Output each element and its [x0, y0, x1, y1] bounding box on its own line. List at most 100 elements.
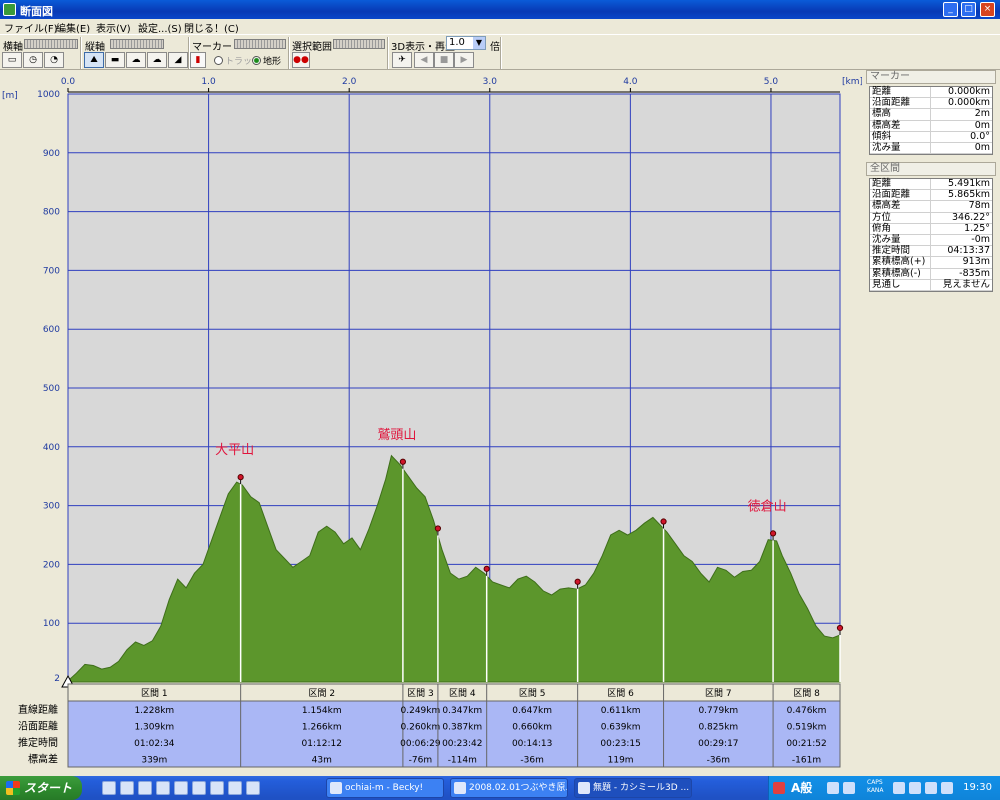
range-slider[interactable] — [333, 39, 385, 49]
chevron-down-icon: ▼ — [473, 37, 485, 49]
marker-panel-title: マーカー — [866, 70, 996, 84]
toolbar-separator — [500, 37, 502, 69]
marker-info-row: 標高 2m — [870, 108, 992, 121]
ime-tool-icon[interactable] — [827, 782, 839, 794]
tray-app-icon[interactable] — [941, 782, 953, 794]
folder-icon[interactable] — [156, 781, 170, 795]
files-icon[interactable] — [246, 781, 260, 795]
task-becky[interactable]: ochiai-m - Becky! — [326, 778, 444, 798]
network-icon[interactable] — [893, 782, 905, 794]
section-header: 区間 2 — [308, 688, 335, 699]
section-row-label: 沿面距離 — [18, 720, 58, 733]
total-info-row-value: -0m — [971, 233, 990, 245]
menu-close[interactable]: 閉じる！(C) — [184, 20, 239, 35]
marker-pin-icon[interactable]: ▮ — [190, 52, 206, 68]
section-cell: 00:23:42 — [442, 739, 482, 749]
section-header: 区間 4 — [449, 688, 476, 699]
paint-icon[interactable] — [228, 781, 242, 795]
help-icon[interactable] — [843, 782, 855, 794]
minimize-button[interactable]: _ — [943, 2, 958, 17]
timer-icon[interactable]: ◔ — [44, 52, 64, 68]
section-cell: 0.260km — [401, 723, 441, 733]
ime-icon[interactable] — [773, 782, 785, 794]
ie-icon[interactable] — [102, 781, 116, 795]
x-tick-label: 4.0 — [623, 77, 638, 87]
task-document[interactable]: 2008.02.01つぶやき原... — [450, 778, 568, 798]
start-button[interactable]: スタート — [0, 776, 82, 800]
ruler-icon[interactable]: ▭ — [2, 52, 22, 68]
mountain-profile-icon[interactable]: ⛰ — [84, 52, 104, 68]
marker-slider[interactable] — [234, 39, 286, 49]
horizontal-axis-slider[interactable] — [24, 39, 78, 49]
marker-pin-icon — [836, 624, 844, 632]
task-kashmir[interactable]: 無題 - カシミール3D ... — [574, 778, 692, 798]
speed-select[interactable]: 1.0 ▼ — [446, 36, 486, 50]
total-info-row-value: -835m — [959, 267, 990, 279]
menu-bar: ファイル(F) 編集(E) 表示(V) 設定...(S) 閉じる！(C) — [0, 19, 1000, 35]
app-icon[interactable] — [138, 781, 152, 795]
menu-edit[interactable]: 編集(E) — [56, 20, 90, 35]
section-header: 区間 5 — [519, 688, 546, 699]
app-icon — [3, 3, 16, 16]
menu-view[interactable]: 表示(V) — [96, 20, 131, 35]
play-icon[interactable]: ▶ — [454, 52, 474, 68]
marker-info-row-label: 沈み量 — [870, 142, 931, 154]
close-button[interactable]: × — [980, 2, 995, 17]
security-icon[interactable] — [925, 782, 937, 794]
window-title: 断面図 — [20, 5, 53, 18]
range-marker-icon[interactable]: ●● — [292, 52, 310, 68]
total-panel: 全区間 距離 5.491km 沿面距離 5.865km 標高差 78m 方位 346.22° 俯… — [866, 162, 996, 292]
total-info-row-value: 04:13:37 — [947, 245, 990, 257]
fly-icon[interactable]: ✈ — [392, 52, 412, 68]
marker-info-row-value: 0m — [974, 141, 990, 153]
section-cell: 00:23:15 — [600, 739, 640, 749]
marker-pin-icon — [483, 565, 490, 572]
tool-icon[interactable] — [174, 781, 188, 795]
window-icon[interactable] — [192, 781, 206, 795]
x-tick-label: 5.0 — [764, 77, 779, 87]
cloud-icon[interactable]: ☁ — [126, 52, 146, 68]
x-tick-label: 1.0 — [201, 77, 216, 87]
slope-icon[interactable]: ◢ — [168, 52, 188, 68]
toolbar-separator — [80, 37, 82, 69]
maximize-button[interactable]: □ — [961, 2, 976, 17]
profile-chart-svg[interactable]: 100 200 300 400 500 600 700 800 900 1000 2 0.0 1.0 2.… — [0, 70, 862, 772]
section-cell: 0.387km — [442, 723, 482, 733]
total-info-row-label: 累積標高(-) — [870, 268, 931, 279]
section-cell: 00:21:52 — [786, 739, 826, 749]
section-cell: -36m — [707, 756, 730, 766]
marker-info-row-value: 0.000km — [948, 97, 990, 109]
total-info-row-value: 346.22° — [952, 211, 990, 223]
clock-icon[interactable]: ◷ — [23, 52, 43, 68]
explorer-icon[interactable] — [210, 781, 224, 795]
total-info-row-label: 推定時間 — [870, 246, 931, 257]
volume-icon[interactable] — [909, 782, 921, 794]
menu-file[interactable]: ファイル(F) — [4, 20, 58, 35]
y-unit-label: [m] — [2, 91, 18, 101]
flat-profile-icon[interactable]: ▬ — [105, 52, 125, 68]
section-cell: 00:29:17 — [698, 739, 738, 749]
ime-mode[interactable]: A般 — [791, 779, 812, 796]
marker-info-row-value: 2m — [974, 108, 990, 120]
section-cell: 1.266km — [302, 723, 342, 733]
total-info-row-value: 913m — [962, 256, 990, 268]
speed-unit: 倍 — [490, 42, 500, 53]
y-tick-label: 600 — [43, 325, 60, 335]
rewind-icon[interactable]: ◀ — [414, 52, 434, 68]
cloud-fill-icon[interactable]: ☁ — [147, 52, 167, 68]
stop-icon[interactable]: ■ — [434, 52, 454, 68]
menu-settings[interactable]: 設定...(S) — [138, 20, 182, 35]
section-cell: -114m — [448, 756, 477, 766]
section-cell: 0.779km — [698, 706, 738, 716]
desktop-icon[interactable] — [120, 781, 134, 795]
terrain-radio[interactable]: 地形 — [252, 54, 281, 67]
section-cell: 0.249km — [401, 706, 441, 716]
profile-chart[interactable]: 100 200 300 400 500 600 700 800 900 1000 2 0.0 1.0 2.… — [0, 70, 862, 772]
section-cell: -161m — [792, 756, 821, 766]
title-bar: 断面図 _ □ × — [0, 0, 1000, 19]
vertical-axis-slider[interactable] — [110, 39, 164, 49]
taskbar: スタート ochiai-m - Becky! 2008.02.01つぶやき原..… — [0, 776, 1000, 800]
peak-label: 徳倉山 — [748, 499, 787, 514]
section-cell: 01:12:12 — [302, 739, 342, 749]
vertical-axis-label: 縦軸 — [85, 42, 105, 53]
